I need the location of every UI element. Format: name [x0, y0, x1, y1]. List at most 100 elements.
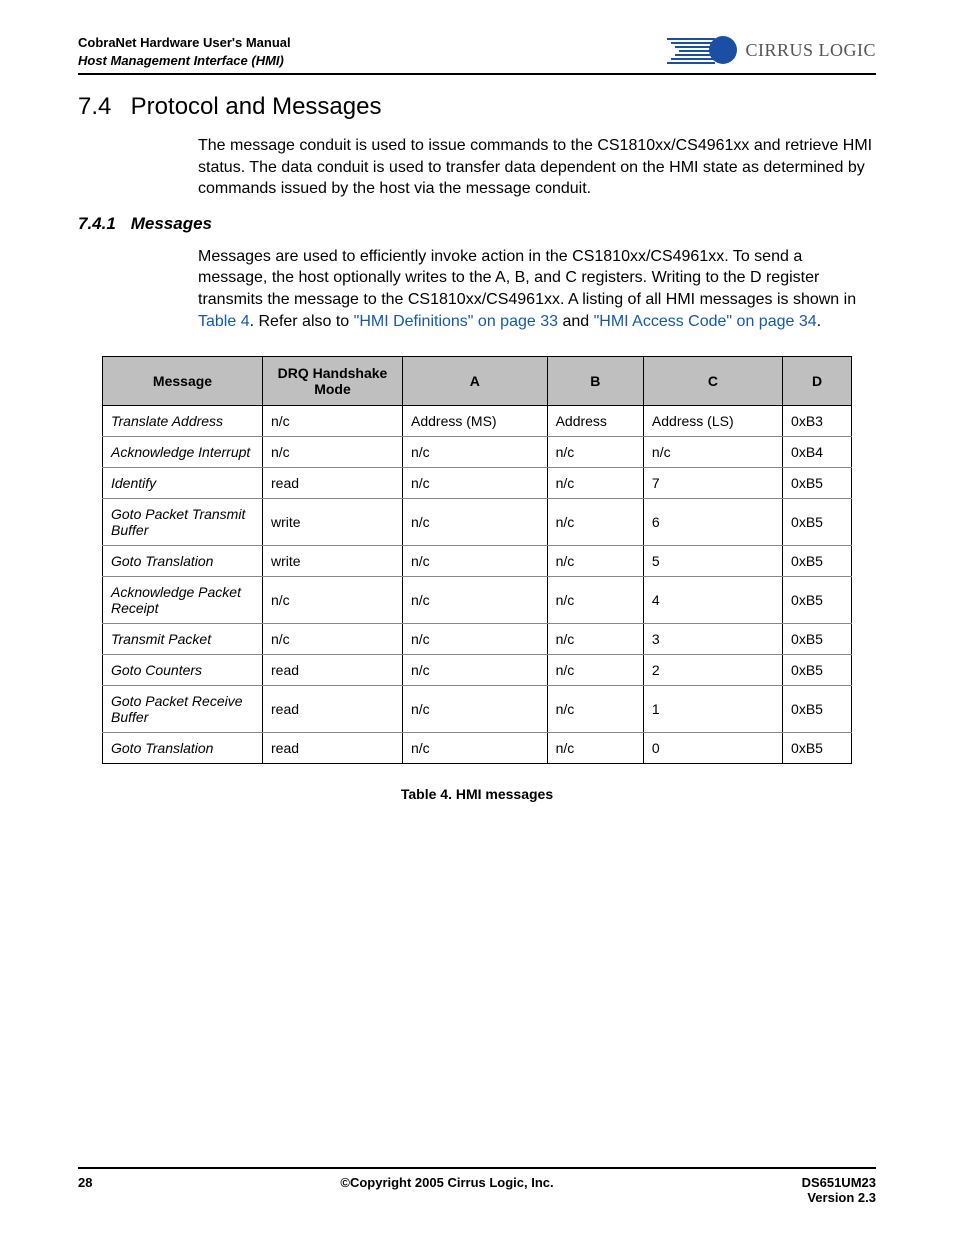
doc-version: Version 2.3 — [802, 1190, 876, 1205]
table-cell: n/c — [403, 499, 548, 546]
table-cell: n/c — [403, 733, 548, 764]
chapter-title: Host Management Interface (HMI) — [78, 52, 291, 70]
table-cell: n/c — [547, 686, 643, 733]
table-cell: n/c — [643, 437, 782, 468]
page-footer: 28 ©Copyright 2005 Cirrus Logic, Inc. DS… — [78, 1167, 876, 1205]
table-cell: Translate Address — [103, 406, 263, 437]
table-cell: 0xB5 — [783, 624, 852, 655]
table-cell: 5 — [643, 546, 782, 577]
table-cell: read — [263, 655, 403, 686]
table-cell: 1 — [643, 686, 782, 733]
xref-hmi-access-code[interactable]: "HMI Access Code" on page 34 — [594, 313, 817, 330]
table-cell: read — [263, 733, 403, 764]
table-cell: n/c — [547, 499, 643, 546]
table-caption: Table 4. HMI messages — [102, 786, 852, 802]
subsection-title: Messages — [131, 214, 212, 233]
cirrus-logo-text: CIRRUS LOGIC — [745, 40, 876, 61]
col-a: A — [403, 357, 548, 406]
table-cell: 0xB5 — [783, 499, 852, 546]
page-number: 28 — [78, 1175, 92, 1205]
table-cell: n/c — [403, 468, 548, 499]
table-cell: 0xB5 — [783, 655, 852, 686]
table-row: Identifyreadn/cn/c70xB5 — [103, 468, 852, 499]
table-cell: 0xB3 — [783, 406, 852, 437]
table-cell: n/c — [547, 655, 643, 686]
xref-hmi-definitions[interactable]: "HMI Definitions" on page 33 — [354, 313, 558, 330]
table-cell: 0xB5 — [783, 577, 852, 624]
table-cell: 0xB5 — [783, 686, 852, 733]
section-heading: 7.4 Protocol and Messages — [78, 93, 876, 121]
table-cell: Acknowledge Interrupt — [103, 437, 263, 468]
cirrus-logo: CIRRUS LOGIC — [667, 34, 876, 66]
table-cell: n/c — [403, 437, 548, 468]
table-header-row: Message DRQ Handshake Mode A B C D — [103, 357, 852, 406]
table-cell: Address (LS) — [643, 406, 782, 437]
table-row: Goto Translationreadn/cn/c00xB5 — [103, 733, 852, 764]
table-cell: Goto Packet Transmit Buffer — [103, 499, 263, 546]
table-row: Transmit Packetn/cn/cn/c30xB5 — [103, 624, 852, 655]
col-b: B — [547, 357, 643, 406]
table-cell: Acknowledge Packet Receipt — [103, 577, 263, 624]
para-text: . — [817, 313, 821, 330]
header-titles: CobraNet Hardware User's Manual Host Man… — [78, 34, 291, 69]
table-row: Goto Countersreadn/cn/c20xB5 — [103, 655, 852, 686]
table-container: Message DRQ Handshake Mode A B C D Trans… — [102, 356, 852, 802]
table-cell: 4 — [643, 577, 782, 624]
section-body: The message conduit is used to issue com… — [198, 135, 876, 200]
manual-title: CobraNet Hardware User's Manual — [78, 34, 291, 52]
table-cell: 6 — [643, 499, 782, 546]
table-cell: n/c — [547, 546, 643, 577]
table-cell: n/c — [547, 577, 643, 624]
section-intro: The message conduit is used to issue com… — [198, 135, 876, 200]
table-row: Acknowledge Packet Receiptn/cn/cn/c40xB5 — [103, 577, 852, 624]
subsection-para: Messages are used to efficiently invoke … — [198, 246, 876, 332]
table-row: Translate Addressn/cAddress (MS)AddressA… — [103, 406, 852, 437]
col-drq: DRQ Handshake Mode — [263, 357, 403, 406]
table-cell: 3 — [643, 624, 782, 655]
table-cell: Goto Translation — [103, 546, 263, 577]
table-cell: n/c — [403, 624, 548, 655]
col-d: D — [783, 357, 852, 406]
table-cell: n/c — [403, 577, 548, 624]
para-text: and — [558, 313, 594, 330]
page-header: CobraNet Hardware User's Manual Host Man… — [78, 34, 876, 75]
table-cell: 0xB5 — [783, 733, 852, 764]
table-cell: read — [263, 686, 403, 733]
subsection-heading: 7.4.1 Messages — [78, 214, 876, 234]
table-cell: n/c — [403, 655, 548, 686]
table-cell: n/c — [547, 437, 643, 468]
para-text: . Refer also to — [250, 313, 354, 330]
table-cell: n/c — [263, 437, 403, 468]
table-row: Goto Packet Transmit Bufferwriten/cn/c60… — [103, 499, 852, 546]
table-cell: write — [263, 499, 403, 546]
table-cell: n/c — [547, 733, 643, 764]
section-title: Protocol and Messages — [131, 93, 382, 120]
table-cell: Goto Translation — [103, 733, 263, 764]
subsection-number: 7.4.1 — [78, 214, 126, 234]
table-cell: 0xB4 — [783, 437, 852, 468]
table-cell: n/c — [547, 468, 643, 499]
subsection-body: Messages are used to efficiently invoke … — [198, 246, 876, 332]
table-cell: Transmit Packet — [103, 624, 263, 655]
section-number: 7.4 — [78, 93, 124, 121]
cirrus-logo-icon — [667, 34, 739, 66]
copyright-text: ©Copyright 2005 Cirrus Logic, Inc. — [92, 1175, 801, 1205]
table-cell: 0xB5 — [783, 546, 852, 577]
table-row: Goto Packet Receive Bufferreadn/cn/c10xB… — [103, 686, 852, 733]
table-body: Translate Addressn/cAddress (MS)AddressA… — [103, 406, 852, 764]
table-row: Goto Translationwriten/cn/c50xB5 — [103, 546, 852, 577]
table-cell: n/c — [547, 624, 643, 655]
hmi-messages-table: Message DRQ Handshake Mode A B C D Trans… — [102, 356, 852, 764]
table-cell: Goto Counters — [103, 655, 263, 686]
table-cell: read — [263, 468, 403, 499]
table-cell: 0xB5 — [783, 468, 852, 499]
table-cell: n/c — [263, 624, 403, 655]
para-text: Messages are used to efficiently invoke … — [198, 248, 856, 308]
table-cell: Address — [547, 406, 643, 437]
col-c: C — [643, 357, 782, 406]
doc-info: DS651UM23 Version 2.3 — [802, 1175, 876, 1205]
table-cell: 0 — [643, 733, 782, 764]
xref-table4[interactable]: Table 4 — [198, 313, 250, 330]
table-cell: Identify — [103, 468, 263, 499]
table-row: Acknowledge Interruptn/cn/cn/cn/c0xB4 — [103, 437, 852, 468]
